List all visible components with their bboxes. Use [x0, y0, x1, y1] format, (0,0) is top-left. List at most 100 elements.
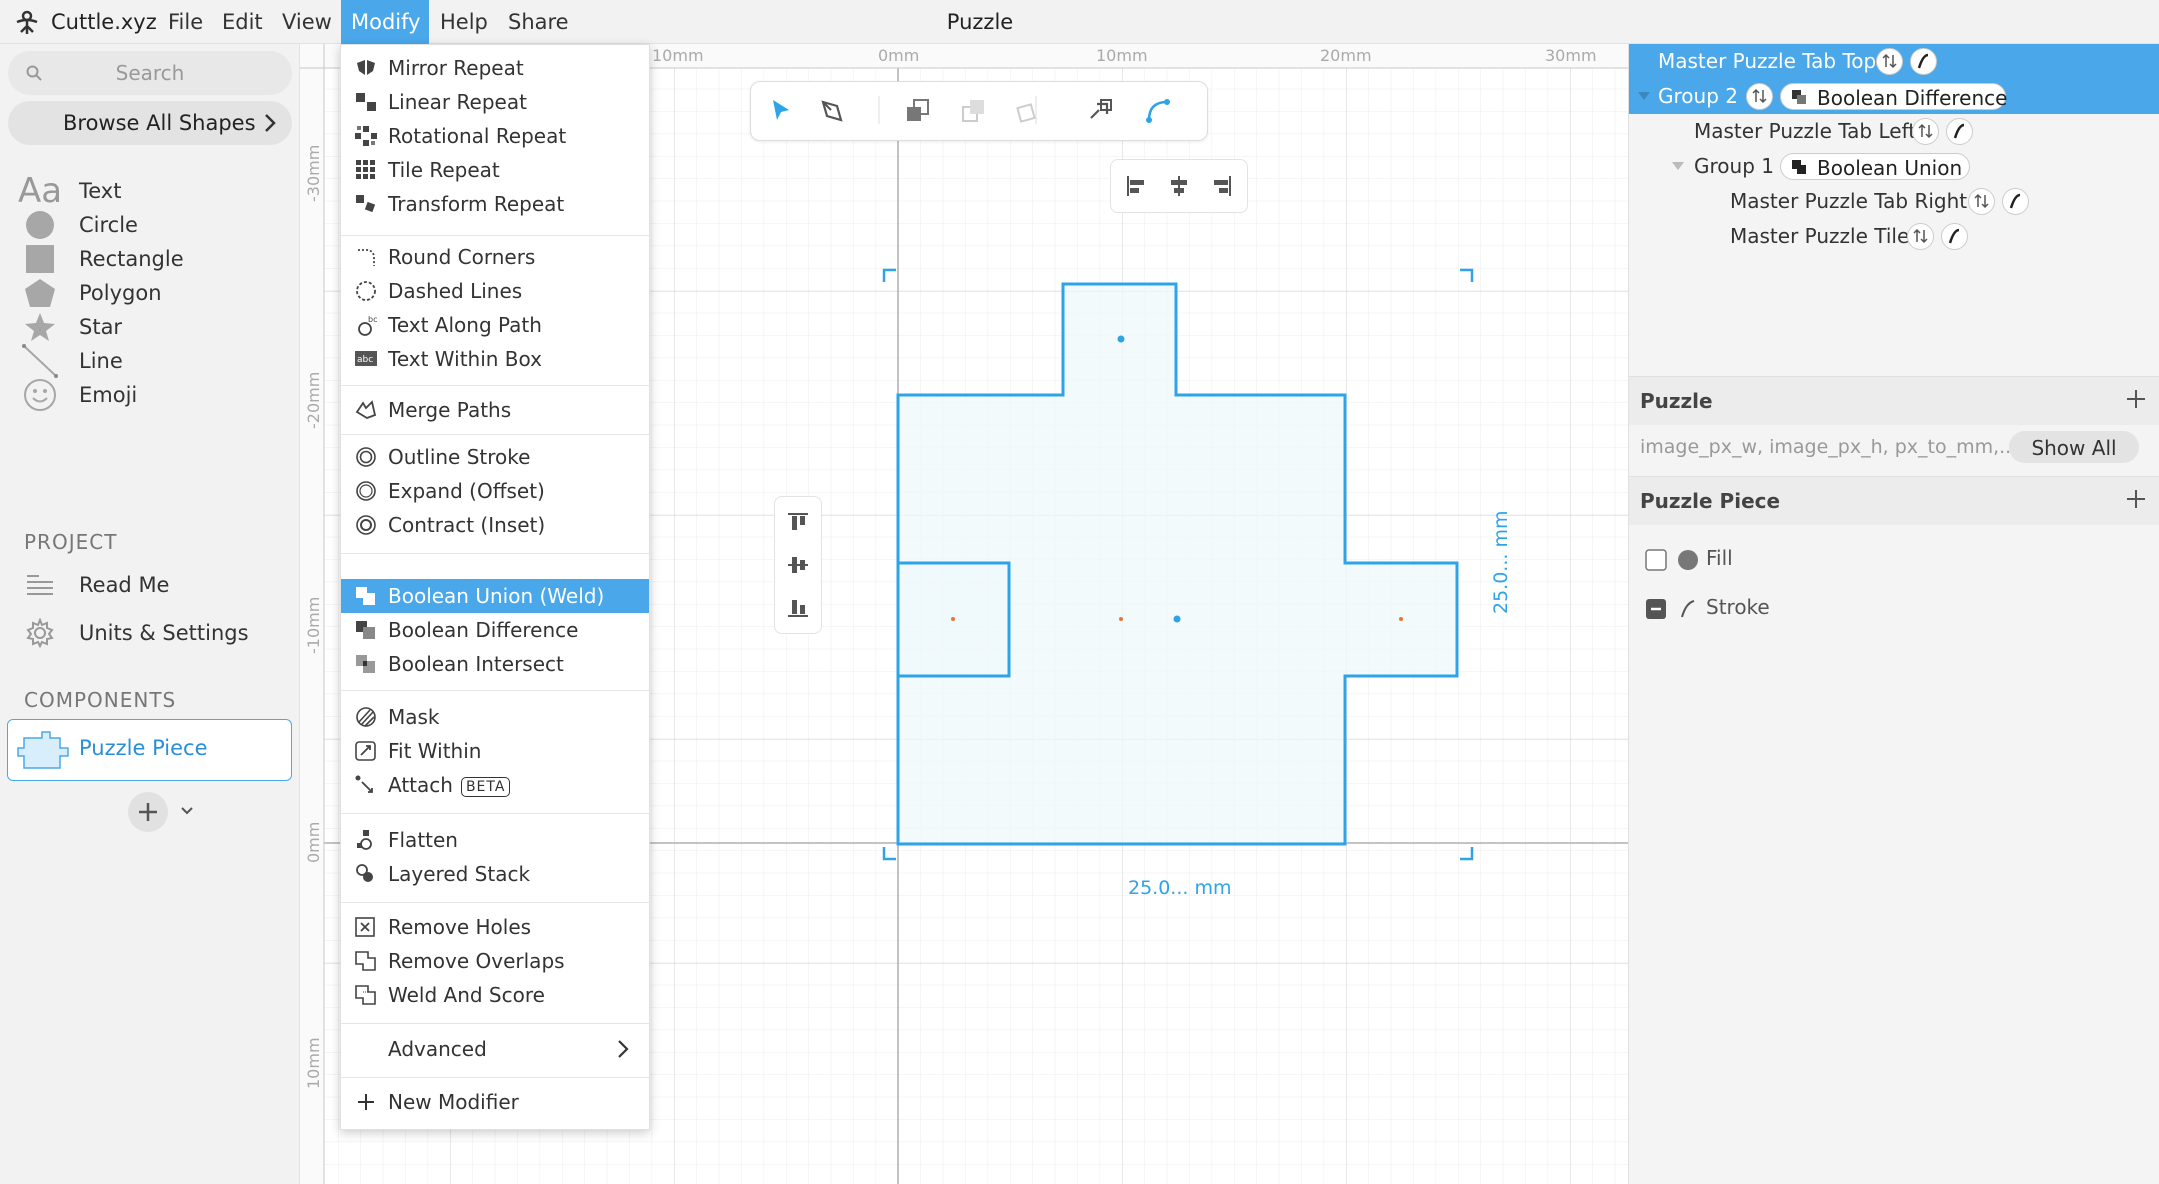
- expand-triangle-icon[interactable]: [1671, 161, 1685, 171]
- browse-all-shapes-button[interactable]: Browse All Shapes: [8, 101, 292, 145]
- menu-item-boolean-difference[interactable]: Boolean Difference: [341, 613, 649, 647]
- remove-holes-icon: [355, 917, 375, 937]
- bring-forward-icon[interactable]: [903, 96, 933, 126]
- stroke-checkbox[interactable]: [1645, 598, 1667, 620]
- rotate-shape-icon[interactable]: [1013, 96, 1043, 126]
- transform-toggle-button[interactable]: [1912, 118, 1939, 145]
- menu-item-label: Boolean Union (Weld): [388, 584, 605, 608]
- stroke-toggle-button[interactable]: [1941, 223, 1968, 250]
- align-bottom-icon[interactable]: [786, 595, 810, 619]
- menu-item-boolean-intersect[interactable]: Boolean Intersect: [341, 647, 649, 681]
- pen-tool-icon[interactable]: [817, 96, 847, 126]
- menu-item-remove-overlaps[interactable]: Remove Overlaps: [341, 944, 649, 978]
- params-list-text[interactable]: image_px_w, image_px_h, px_to_mm,...: [1640, 436, 2017, 458]
- menu-item-rotational-repeat[interactable]: Rotational Repeat: [341, 119, 649, 153]
- chevron-down-icon[interactable]: [180, 806, 194, 816]
- project-heading: PROJECT: [24, 530, 118, 554]
- stroke-attribute-row[interactable]: Stroke: [1629, 585, 2159, 631]
- menu-bar: Cuttle.xyz File Edit View Modify Help Sh…: [0, 0, 2159, 44]
- align-right-icon[interactable]: [1209, 174, 1233, 198]
- modify-menu-dropdown: Mirror Repeat Linear Repeat Rotational R…: [340, 44, 650, 1130]
- link-icon[interactable]: [1085, 96, 1115, 126]
- boolean-union-icon: [1792, 160, 1806, 174]
- menu-item-fit-within[interactable]: Fit Within: [341, 734, 649, 768]
- menu-item-linear-repeat[interactable]: Linear Repeat: [341, 85, 649, 119]
- align-top-icon[interactable]: [786, 511, 810, 535]
- width-dimension-label[interactable]: 25.0... mm: [1128, 877, 1231, 899]
- menu-item-flatten[interactable]: Flatten: [341, 823, 649, 857]
- outline-stroke-icon: [356, 447, 376, 467]
- menu-item-boolean-union-weld[interactable]: Boolean Union (Weld): [341, 579, 649, 613]
- stroke-toggle-button[interactable]: [1946, 118, 1973, 145]
- ruler-top-label: 10mm: [1096, 46, 1148, 65]
- fill-checkbox[interactable]: [1645, 549, 1667, 571]
- rotational-repeat-icon: [355, 126, 377, 146]
- menu-item-expand-offset[interactable]: Expand (Offset): [341, 474, 649, 508]
- document-title[interactable]: Puzzle: [0, 10, 1960, 34]
- align-middle-icon[interactable]: [786, 553, 810, 577]
- stroke-toggle-button[interactable]: [2002, 188, 2029, 215]
- menu-item-label: Transform Repeat: [388, 192, 565, 216]
- shape-item-emoji[interactable]: Emoji: [0, 372, 300, 418]
- add-param-button[interactable]: [2126, 389, 2146, 409]
- modifier-pill-boolean-difference[interactable]: Boolean Difference: [1780, 83, 2007, 110]
- select-tool-icon[interactable]: [765, 96, 795, 126]
- linear-repeat-icon: [356, 93, 376, 111]
- transform-toggle-button[interactable]: [1746, 83, 1773, 110]
- menu-item-layered-stack[interactable]: Layered Stack: [341, 857, 649, 891]
- menu-item-dashed-lines[interactable]: Dashed Lines: [341, 274, 649, 308]
- add-component-param-button[interactable]: [2126, 489, 2146, 509]
- layer-row-master-puzzle-tile[interactable]: Master Puzzle Tile: [1629, 219, 2159, 254]
- search-input[interactable]: Search: [8, 51, 292, 95]
- layer-label: Master Puzzle Tab Top: [1658, 49, 1877, 73]
- menu-item-merge-paths[interactable]: Merge Paths: [341, 393, 649, 427]
- component-puzzle-piece[interactable]: Puzzle Piece: [7, 719, 292, 781]
- show-all-button[interactable]: Show All: [2009, 431, 2139, 463]
- layer-row-group-1[interactable]: Group 1 Boolean Union: [1629, 149, 2159, 184]
- transform-toggle-button[interactable]: [1968, 188, 1995, 215]
- menu-item-outline-stroke[interactable]: Outline Stroke: [341, 440, 649, 474]
- attach-icon: [355, 775, 373, 793]
- menu-item-text-along-path[interactable]: bc Text Along Path: [341, 308, 649, 342]
- component-section-header: Puzzle Piece: [1629, 476, 2159, 525]
- modifier-pill-boolean-union[interactable]: Boolean Union: [1780, 153, 1970, 180]
- menu-item-round-corners[interactable]: Round Corners: [341, 240, 649, 274]
- menu-item-new-modifier[interactable]: New Modifier: [341, 1085, 649, 1119]
- layer-label: Group 2: [1658, 84, 1738, 108]
- menu-item-text-within-box[interactable]: abc Text Within Box: [341, 342, 649, 376]
- project-item-read-me[interactable]: Read Me: [0, 562, 300, 608]
- menu-item-mirror-repeat[interactable]: Mirror Repeat: [341, 51, 649, 85]
- layer-row-master-puzzle-tab-right[interactable]: Master Puzzle Tab Right: [1629, 184, 2159, 219]
- contract-inset-icon: [356, 515, 376, 535]
- menu-item-tile-repeat[interactable]: Tile Repeat: [341, 153, 649, 187]
- send-backward-icon[interactable]: [959, 96, 989, 126]
- layer-row-master-puzzle-tab-left[interactable]: Master Puzzle Tab Left: [1629, 114, 2159, 149]
- menu-item-attach[interactable]: Attach BETA: [341, 768, 649, 802]
- search-placeholder: Search: [115, 61, 185, 85]
- menu-item-remove-holes[interactable]: Remove Holes: [341, 910, 649, 944]
- height-dimension-label[interactable]: 25.0... mm: [1490, 511, 1512, 614]
- menu-item-transform-repeat[interactable]: Transform Repeat: [341, 187, 649, 221]
- tile-repeat-icon: [356, 160, 375, 179]
- layer-row-group-2[interactable]: Group 2 Boolean Difference: [1629, 79, 2159, 114]
- align-left-icon[interactable]: [1125, 174, 1149, 198]
- project-item-label: Read Me: [79, 573, 170, 597]
- expand-triangle-icon[interactable]: [1637, 91, 1651, 101]
- menu-item-contract-inset[interactable]: Contract (Inset): [341, 508, 649, 542]
- stroke-toggle-button[interactable]: [1910, 48, 1937, 75]
- add-component-button[interactable]: [128, 792, 168, 832]
- menu-item-advanced[interactable]: Advanced: [341, 1032, 649, 1066]
- menu-item-weld-and-score[interactable]: Weld And Score: [341, 978, 649, 1012]
- layer-row-master-puzzle-tab-top[interactable]: Master Puzzle Tab Top: [1629, 44, 2159, 79]
- align-center-icon[interactable]: [1167, 174, 1191, 198]
- browse-label: Browse All Shapes: [63, 111, 256, 135]
- menu-item-label: Boolean Difference: [388, 618, 579, 642]
- menu-item-mask[interactable]: Mask: [341, 700, 649, 734]
- project-item-units-settings[interactable]: Units & Settings: [0, 610, 300, 656]
- menu-item-label: Round Corners: [388, 245, 536, 269]
- boolean-union-icon: [356, 587, 375, 605]
- transform-toggle-button[interactable]: [1907, 223, 1934, 250]
- node-edit-icon[interactable]: [1143, 96, 1173, 126]
- transform-toggle-button[interactable]: [1876, 48, 1903, 75]
- fill-attribute-row[interactable]: Fill: [1629, 536, 2159, 582]
